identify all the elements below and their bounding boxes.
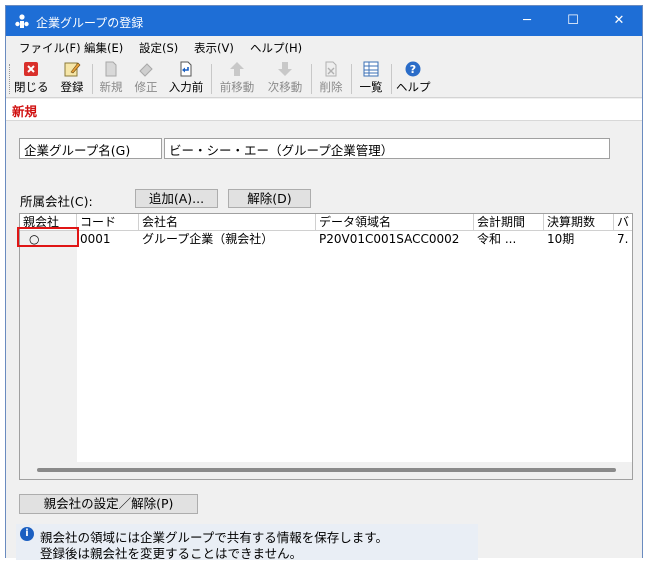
horizontal-scrollbar[interactable] <box>20 462 632 479</box>
member-companies-label: 所属会社(C): <box>20 194 93 209</box>
set-parent-button[interactable]: 親会社の設定／解除(P) <box>19 494 198 514</box>
version-cell: 7. <box>617 232 629 246</box>
close-icon <box>24 62 38 76</box>
toolbar-separator <box>351 64 352 94</box>
column-header-code[interactable]: コード <box>77 214 139 231</box>
column-header-version[interactable]: バ <box>614 214 632 231</box>
help-icon: ? <box>405 61 421 77</box>
list-button[interactable]: 一覧 <box>356 60 386 98</box>
menu-settings[interactable]: 設定(S) <box>139 40 178 56</box>
toolbar-grip[interactable] <box>9 64 12 94</box>
delete-icon <box>325 61 337 77</box>
main-window: 企業グループの登録 ─ ☐ ✕ ファイル(F) 編集(E) 設定(S) 表示(V… <box>5 5 643 561</box>
arrow-down-icon <box>278 62 292 76</box>
app-icon <box>15 14 29 28</box>
form-panel: 企業グループ名(G) ビー・シー・エー（グループ企業管理） 所属会社(C): 追… <box>6 121 642 561</box>
company-grid[interactable]: 親会社 コード 会社名 データ領域名 会計期間 決算期数 バ ○ 0001 グル… <box>19 213 633 480</box>
toolbar: 閉じる 登録 新規 修正 入力前 前移動 次移動 削除 一覧 ? ヘルプ <box>6 58 642 98</box>
list-icon <box>363 61 379 77</box>
menu-help[interactable]: ヘルプ(H) <box>250 40 302 56</box>
group-name-input[interactable]: ビー・シー・エー（グループ企業管理） <box>164 138 610 159</box>
window-title: 企業グループの登録 <box>36 16 144 30</box>
menu-view[interactable]: 表示(V) <box>194 40 234 56</box>
arrow-up-icon <box>230 62 244 76</box>
column-header-company[interactable]: 会社名 <box>139 214 316 231</box>
toolbar-separator <box>211 64 212 94</box>
group-name-label: 企業グループ名(G) <box>19 138 162 159</box>
info-icon: i <box>20 527 34 541</box>
code-cell: 0001 <box>80 232 111 246</box>
eraser-icon <box>139 63 153 77</box>
scrollbar-thumb[interactable] <box>37 468 616 472</box>
undo-document-icon <box>180 61 192 77</box>
register-icon <box>64 62 81 77</box>
prev-move-button[interactable]: 前移動 <box>216 60 258 98</box>
column-header-term[interactable]: 決算期数 <box>544 214 614 231</box>
toolbar-separator <box>391 64 392 94</box>
add-button[interactable]: 追加(A)... <box>135 189 218 208</box>
register-button[interactable]: 登録 <box>57 60 87 98</box>
next-move-button[interactable]: 次移動 <box>264 60 306 98</box>
svg-text:?: ? <box>410 63 416 76</box>
company-name-cell: グループ企業（親会社） <box>142 232 274 246</box>
term-cell: 10期 <box>547 232 575 246</box>
edit-button[interactable]: 修正 <box>131 60 161 98</box>
menu-bar: ファイル(F) 編集(E) 設定(S) 表示(V) ヘルプ(H) <box>6 36 642 58</box>
period-cell: 令和 ... <box>477 232 517 246</box>
data-area-cell: P20V01C001SACC0002 <box>319 232 460 246</box>
menu-file[interactable]: ファイル(F) <box>19 40 81 56</box>
remove-button[interactable]: 解除(D) <box>228 189 311 208</box>
info-line-2: 登録後は親会社を変更することはできません。 <box>40 546 303 561</box>
parent-cell-highlight <box>17 227 79 247</box>
tab-new[interactable]: 新規 <box>12 101 37 120</box>
delete-button[interactable]: 削除 <box>316 60 346 98</box>
minimize-button[interactable]: ─ <box>504 6 550 36</box>
close-window-button[interactable]: ✕ <box>596 6 642 36</box>
help-button[interactable]: ? ヘルプ <box>396 60 431 98</box>
toolbar-separator <box>92 64 93 94</box>
grid-header: 親会社 コード 会社名 データ領域名 会計期間 決算期数 バ <box>20 214 632 231</box>
close-button[interactable]: 閉じる <box>14 60 49 98</box>
toolbar-separator <box>311 64 312 94</box>
new-document-icon <box>105 61 117 77</box>
new-button[interactable]: 新規 <box>96 60 126 98</box>
column-header-data-area[interactable]: データ領域名 <box>316 214 474 231</box>
menu-edit[interactable]: 編集(E) <box>84 40 123 56</box>
prev-input-button[interactable]: 入力前 <box>166 60 206 98</box>
info-message: i 親会社の領域には企業グループで共有する情報を保存します。 登録後は親会社を変… <box>16 524 478 561</box>
column-header-period[interactable]: 会計期間 <box>474 214 544 231</box>
tab-bar: 新規 <box>6 99 642 121</box>
parent-column <box>20 231 77 463</box>
maximize-button[interactable]: ☐ <box>550 6 596 36</box>
title-bar[interactable]: 企業グループの登録 ─ ☐ ✕ <box>6 6 642 36</box>
